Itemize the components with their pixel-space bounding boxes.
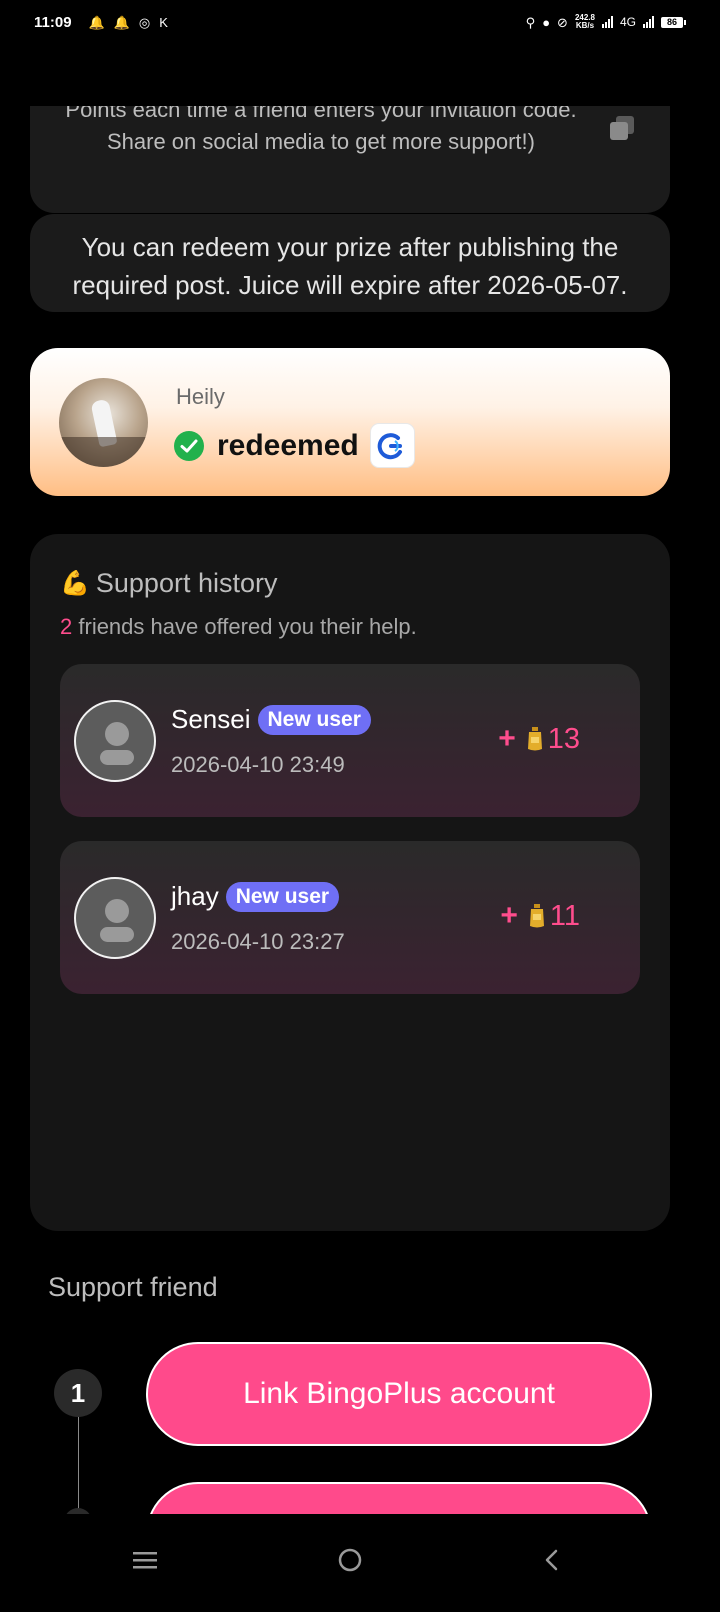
bell-icon: 🔔	[113, 14, 130, 30]
list-item: jhay New user 2026-04-10 23:27 + 11	[60, 841, 640, 994]
status-time: 11:09	[34, 13, 72, 31]
new-user-badge: New user	[257, 704, 371, 735]
signal-icon	[601, 16, 613, 28]
expire-notice: You can redeem your prize after publishi…	[30, 214, 670, 312]
friend-points: + 11	[500, 899, 580, 933]
support-friend-title: Support friend	[48, 1272, 218, 1302]
network-speed: 242.8 KB/s	[574, 13, 595, 30]
user-placeholder-icon	[74, 700, 156, 782]
plus-sign: +	[498, 722, 516, 755]
network-type: 4G	[619, 15, 636, 29]
copy-icon[interactable]	[608, 114, 636, 142]
friend-count: 2	[60, 614, 73, 639]
support-history-panel: 💪 Support history 2 friends have offered…	[30, 534, 670, 1231]
friend-time: 2026-04-10 23:27	[171, 929, 345, 954]
check-circle-icon	[174, 430, 204, 461]
location-icon: ●	[542, 14, 551, 30]
bell-icon: 🔔	[88, 14, 105, 30]
invite-card-viewport: Points each time a friend enters your in…	[30, 106, 670, 216]
friend-time: 2026-04-10 23:49	[171, 752, 345, 777]
menu-icon[interactable]	[125, 1540, 165, 1580]
vpn-icon: K	[159, 14, 168, 30]
points-value: 13	[547, 722, 580, 755]
new-user-badge: New user	[225, 881, 340, 912]
muscle-icon: 💪	[60, 569, 90, 597]
winner-status-row: redeemed	[174, 424, 414, 467]
friend-points: + 13	[498, 722, 580, 756]
plus-sign: +	[500, 899, 518, 932]
bingoplus-logo-icon	[370, 424, 414, 467]
link-bingoplus-button[interactable]: Link BingoPlus account	[146, 1342, 652, 1446]
back-icon[interactable]	[532, 1540, 572, 1580]
battery-icon: 86	[661, 16, 686, 28]
status-bar: 11:09 🔔 🔔 ◎ K ⚲ ● ⊘ 242.8 KB/s 4G 86	[0, 0, 720, 44]
points-value: 11	[549, 899, 580, 932]
winner-status: redeemed	[217, 428, 359, 462]
step-connector	[78, 1410, 79, 1520]
juice-icon	[527, 727, 542, 751]
step-number: 1	[54, 1369, 102, 1417]
invite-text: Points each time a friend enters your in…	[65, 106, 577, 154]
list-item: Sensei New user 2026-04-10 23:49 + 13	[60, 664, 640, 817]
signal-icon	[643, 16, 654, 28]
key-icon: ⚲	[525, 14, 536, 30]
winner-card: Heily redeemed	[30, 348, 670, 496]
avatar	[59, 378, 148, 467]
friend-name: Sensei	[171, 704, 251, 734]
friend-name: jhay	[171, 881, 219, 911]
mute-icon: ⊘	[557, 14, 568, 30]
history-subtitle: 2 friends have offered you their help.	[60, 614, 417, 639]
winner-name: Heily	[176, 384, 225, 409]
home-icon[interactable]	[330, 1540, 370, 1580]
history-title: Support history	[95, 568, 278, 598]
invite-card: Points each time a friend enters your in…	[30, 106, 670, 213]
user-placeholder-icon	[74, 877, 156, 959]
location-icon: ◎	[138, 14, 151, 30]
history-title-row: 💪 Support history	[60, 568, 277, 599]
navigation-bar	[0, 1514, 720, 1612]
juice-icon	[529, 904, 544, 928]
